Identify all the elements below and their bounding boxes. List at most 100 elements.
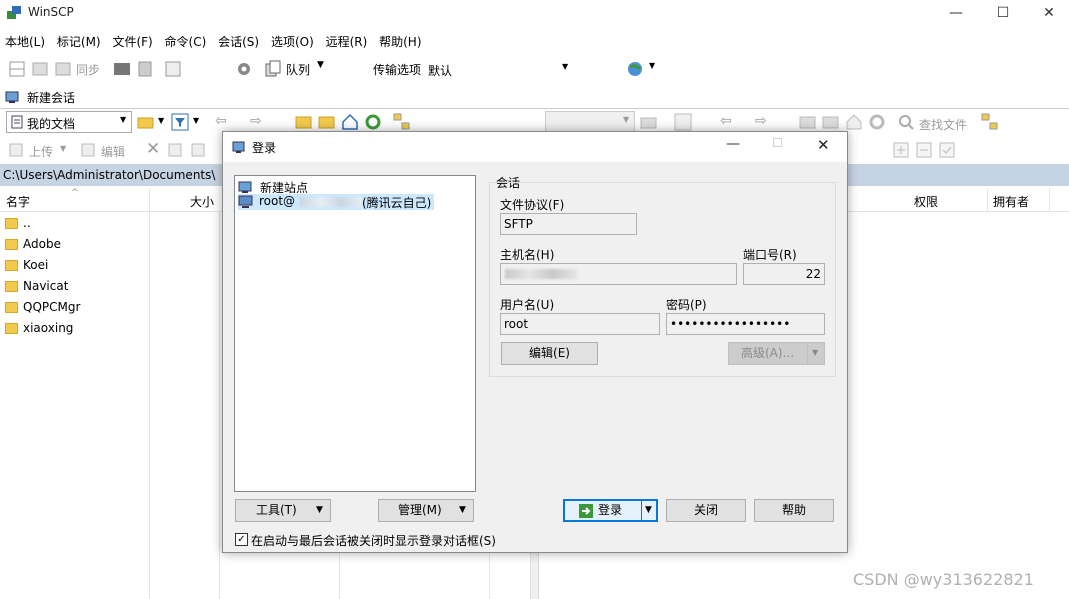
login-dropdown-icon[interactable]: ▼ xyxy=(645,501,652,520)
menu-help[interactable]: 帮助(H) xyxy=(376,30,424,53)
home-icon[interactable] xyxy=(341,113,359,131)
check-icon[interactable] xyxy=(939,142,955,158)
edit-icon[interactable] xyxy=(80,142,96,158)
remote-open-folder-icon[interactable] xyxy=(640,113,658,131)
file-name: QQPCMgr xyxy=(23,300,81,314)
manage-button[interactable]: 管理(M) ▼ xyxy=(378,499,474,522)
divider xyxy=(0,108,1069,109)
advanced-dropdown-icon[interactable]: ▼ xyxy=(812,343,818,363)
remote-tree-icon[interactable] xyxy=(981,113,999,131)
site-tree: 新建站点 root@ (腾讯云自己) xyxy=(234,175,476,492)
dialog-minimize-button[interactable]: — xyxy=(726,136,740,152)
upload-dropdown-icon[interactable]: ▼ xyxy=(60,144,66,153)
menu-options[interactable]: 选项(O) xyxy=(268,30,317,53)
minimize-button[interactable]: — xyxy=(933,0,979,28)
compare-icon[interactable] xyxy=(31,60,49,78)
upload-button[interactable]: 上传 xyxy=(29,143,53,160)
filter-icon[interactable] xyxy=(171,113,189,131)
tree-item-saved-session[interactable]: root@ (腾讯云自己) xyxy=(238,194,434,210)
delete-icon[interactable]: ✕ xyxy=(146,139,160,159)
col-permissions[interactable]: 权限 xyxy=(914,193,938,210)
close-button[interactable]: ✕ xyxy=(1026,0,1069,28)
parent-dir-icon[interactable] xyxy=(295,113,313,131)
col-name[interactable]: 名字 xyxy=(6,193,30,210)
forward-icon[interactable]: ⇨ xyxy=(250,113,262,129)
login-label: 登录 xyxy=(598,503,623,517)
new-icon[interactable] xyxy=(893,142,909,158)
list-item[interactable]: xiaoxing xyxy=(5,321,73,335)
checkbox-checked-icon[interactable]: ✓ xyxy=(235,533,248,546)
minus-icon[interactable] xyxy=(916,142,932,158)
open-folder-dropdown-icon[interactable]: ▼ xyxy=(158,116,164,125)
list-item[interactable]: Koei xyxy=(5,258,48,272)
col-size[interactable]: 大小 xyxy=(190,193,214,210)
main-toolbar: 同步 队列 ▼ 传输选项 默认 ▼ ▼ xyxy=(0,56,700,82)
menu-commands[interactable]: 命令(C) xyxy=(162,30,210,53)
refresh-icon[interactable] xyxy=(364,113,382,131)
remote-root-dir-icon[interactable] xyxy=(822,113,840,131)
back-icon[interactable]: ⇦ xyxy=(215,113,227,129)
remote-home-icon[interactable] xyxy=(845,113,863,131)
menu-local[interactable]: 本地(L) xyxy=(2,30,48,53)
globe-dropdown-icon[interactable]: ▼ xyxy=(649,61,655,70)
dialog-title: 登录 xyxy=(252,141,277,155)
putty-icon[interactable] xyxy=(136,60,154,78)
properties-icon[interactable] xyxy=(190,142,206,158)
advanced-button[interactable]: 高级(A)... ▼ xyxy=(728,342,825,365)
username-field[interactable]: root xyxy=(500,313,660,335)
queue-dropdown-icon[interactable]: ▼ xyxy=(317,60,324,70)
protocol-select[interactable]: SFTP xyxy=(500,213,637,235)
globe-icon[interactable] xyxy=(626,60,644,78)
list-item[interactable]: QQPCMgr xyxy=(5,300,80,314)
maximize-button[interactable]: ☐ xyxy=(980,0,1026,28)
remote-drive-select[interactable]: ▼ xyxy=(545,111,635,133)
menu-session[interactable]: 会话(S) xyxy=(215,30,262,53)
sync-icon[interactable] xyxy=(54,60,72,78)
host-field[interactable] xyxy=(500,263,737,285)
find-files-button[interactable]: 查找文件 xyxy=(919,116,967,133)
sync-button[interactable]: 同步 xyxy=(76,61,100,78)
local-path[interactable]: C:\Users\Administrator\Documents\ xyxy=(3,168,215,182)
local-drive-select[interactable]: 我的文档 ▼ xyxy=(6,111,132,133)
filter-dropdown-icon[interactable]: ▼ xyxy=(193,116,199,125)
edit-button[interactable]: 编辑 xyxy=(101,143,125,160)
watermark: CSDN @wy313622821 xyxy=(853,570,1034,589)
list-item[interactable]: Adobe xyxy=(5,237,61,251)
rename-icon[interactable] xyxy=(167,142,183,158)
preferences-icon[interactable] xyxy=(164,60,182,78)
dialog-close-button[interactable]: ✕ xyxy=(817,136,830,154)
gear-icon[interactable] xyxy=(235,60,253,78)
queue-icon[interactable] xyxy=(264,60,282,78)
queue-button[interactable]: 队列 xyxy=(286,61,310,78)
remote-refresh-icon[interactable] xyxy=(868,113,886,131)
password-field[interactable]: ••••••••••••••••• xyxy=(666,313,825,335)
close-dialog-button[interactable]: 关闭 xyxy=(666,499,746,522)
col-owner[interactable]: 拥有者 xyxy=(993,193,1029,210)
edit-site-button[interactable]: 编辑(E) xyxy=(501,342,598,365)
remote-filter-icon[interactable] xyxy=(674,113,692,131)
dialog-maximize-button[interactable]: ☐ xyxy=(772,136,783,150)
menu-file[interactable]: 文件(F) xyxy=(109,30,155,53)
password-value: ••••••••••••••••• xyxy=(670,317,791,331)
list-item[interactable]: .. xyxy=(5,216,31,230)
tools-button[interactable]: 工具(T) ▼ xyxy=(235,499,331,522)
login-button[interactable]: 登录 ▼ xyxy=(563,499,658,522)
menu-remote[interactable]: 远程(R) xyxy=(323,30,371,53)
search-icon[interactable] xyxy=(897,113,915,131)
remote-back-icon[interactable]: ⇦ xyxy=(720,113,732,129)
list-item[interactable]: Navicat xyxy=(5,279,68,293)
tree-icon[interactable] xyxy=(393,113,411,131)
upload-icon[interactable] xyxy=(8,142,24,158)
login-dialog: 登录 — ☐ ✕ 新建站点 root@ (腾讯云自己) 会话 文件协议(F) S… xyxy=(222,131,848,553)
root-dir-icon[interactable] xyxy=(318,113,336,131)
remote-parent-dir-icon[interactable] xyxy=(799,113,817,131)
menu-mark[interactable]: 标记(M) xyxy=(54,30,104,53)
transfer-options-select[interactable]: 默认 ▼ xyxy=(425,58,574,80)
help-button[interactable]: 帮助 xyxy=(754,499,834,522)
open-folder-icon[interactable] xyxy=(137,113,155,131)
local-browse-icon[interactable] xyxy=(8,60,26,78)
tab-new-session[interactable]: 新建会话 xyxy=(0,86,80,108)
port-field[interactable]: 22 xyxy=(743,263,825,285)
console-icon[interactable] xyxy=(113,60,131,78)
remote-forward-icon[interactable]: ⇨ xyxy=(755,113,767,129)
